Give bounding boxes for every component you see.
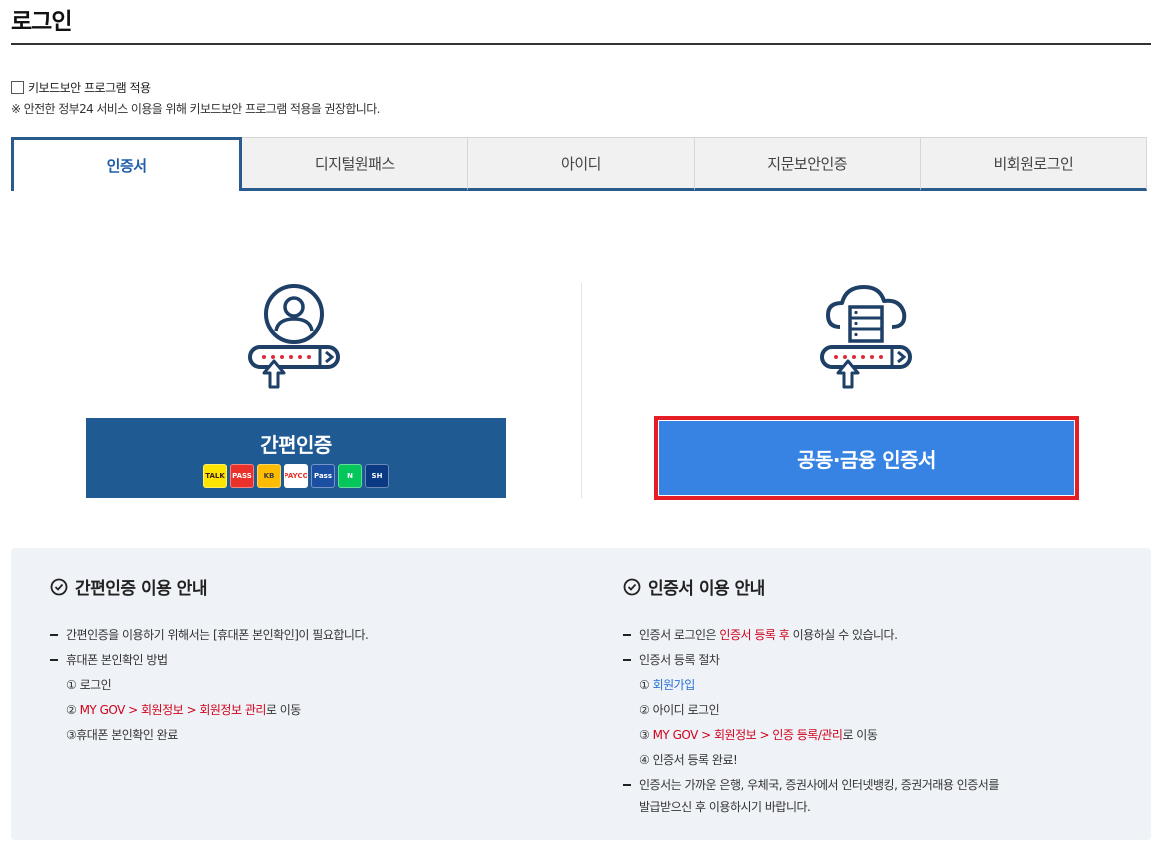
usage-guide-panel: 간편인증 이용 안내 간편인증을 이용하기 위해서는 [휴대폰 본인확인]이 필… (11, 548, 1151, 840)
provider-icons: TALK PASS KB PAYCO Pass N SH (203, 463, 389, 488)
tab-guest-login[interactable]: 비회원로그인 (920, 137, 1148, 191)
shinhan-icon: SH (365, 463, 389, 488)
guide-step: ④ 인증서 등록 완료! (639, 753, 738, 767)
simple-auth-guide-title: 간편인증 이용 안내 (50, 574, 368, 599)
cert-guide-title: 인증서 이용 안내 (623, 574, 999, 599)
keyboard-security-label[interactable]: 키보드보안 프로그램 적용 (28, 79, 151, 96)
keyboard-security-row[interactable]: 키보드보안 프로그램 적용 (11, 79, 151, 96)
keyboard-security-note: ※ 안전한 정부24 서비스 이용을 위해 키보드보안 프로그램 적용을 권장합… (11, 102, 380, 116)
tab-digital-onepass[interactable]: 디지털원패스 (242, 137, 469, 191)
check-circle-icon (623, 578, 641, 595)
guide-item: 인증서는 가까운 은행, 우체국, 증권사에서 인터넷뱅킹, 증권거래용 인증서… (623, 773, 999, 818)
guide-step: ② MY GOV > 회원정보 > 회원정보 관리로 이동 (66, 703, 301, 717)
pass-icon: PASS (230, 463, 254, 488)
guide-step: ③ MY GOV > 회원정보 > 인증 등록/관리로 이동 (639, 728, 878, 742)
simple-auth-label: 간편인증 (260, 432, 332, 457)
cert-button-highlight: 공동·금융 인증서 (654, 416, 1079, 500)
check-circle-icon (50, 578, 68, 595)
signup-link[interactable]: 회원가입 (653, 678, 696, 692)
cert-guide: 인증서 이용 안내 인증서 로그인은 인증서 등록 후 이용하실 수 있습니다.… (623, 574, 999, 818)
guide-item: 간편인증을 이용하기 위해서는 [휴대폰 본인확인]이 필요합니다. (50, 623, 369, 648)
joint-financial-cert-button[interactable]: 공동·금융 인증서 (658, 420, 1075, 496)
guide-step: ① 로그인 (66, 678, 112, 692)
guide-step: ① 회원가입 (639, 678, 696, 692)
simple-auth-guide: 간편인증 이용 안내 간편인증을 이용하기 위해서는 [휴대폰 본인확인]이 필… (50, 574, 369, 748)
certificate-cloud-icon (818, 283, 918, 397)
kb-icon: KB (257, 463, 281, 488)
samsung-pass-icon: Pass (311, 463, 335, 488)
tab-certificate[interactable]: 인증서 (11, 137, 243, 191)
guide-item: 인증서 로그인은 인증서 등록 후 이용하실 수 있습니다. (623, 623, 999, 648)
naver-icon: N (338, 463, 362, 488)
kakao-icon: TALK (203, 463, 227, 488)
guide-step: ② 아이디 로그인 (639, 703, 720, 717)
column-divider (581, 283, 582, 498)
page-title: 로그인 (11, 9, 72, 35)
guide-item: 인증서 등록 절차 (623, 648, 999, 673)
title-divider (11, 43, 1151, 45)
simple-auth-user-icon (244, 283, 344, 397)
simple-auth-button[interactable]: 간편인증 TALK PASS KB PAYCO Pass N SH (86, 418, 506, 498)
payco-icon: PAYCO (284, 463, 308, 488)
tab-id[interactable]: 아이디 (468, 137, 695, 191)
login-tabs: 인증서 디지털원패스 아이디 지문보안인증 비회원로그인 (11, 137, 1148, 191)
keyboard-security-checkbox[interactable] (11, 81, 24, 94)
tab-fingerprint[interactable]: 지문보안인증 (694, 137, 921, 191)
guide-item: 휴대폰 본인확인 방법 (50, 648, 368, 673)
guide-step: ③휴대폰 본인확인 완료 (66, 728, 178, 742)
